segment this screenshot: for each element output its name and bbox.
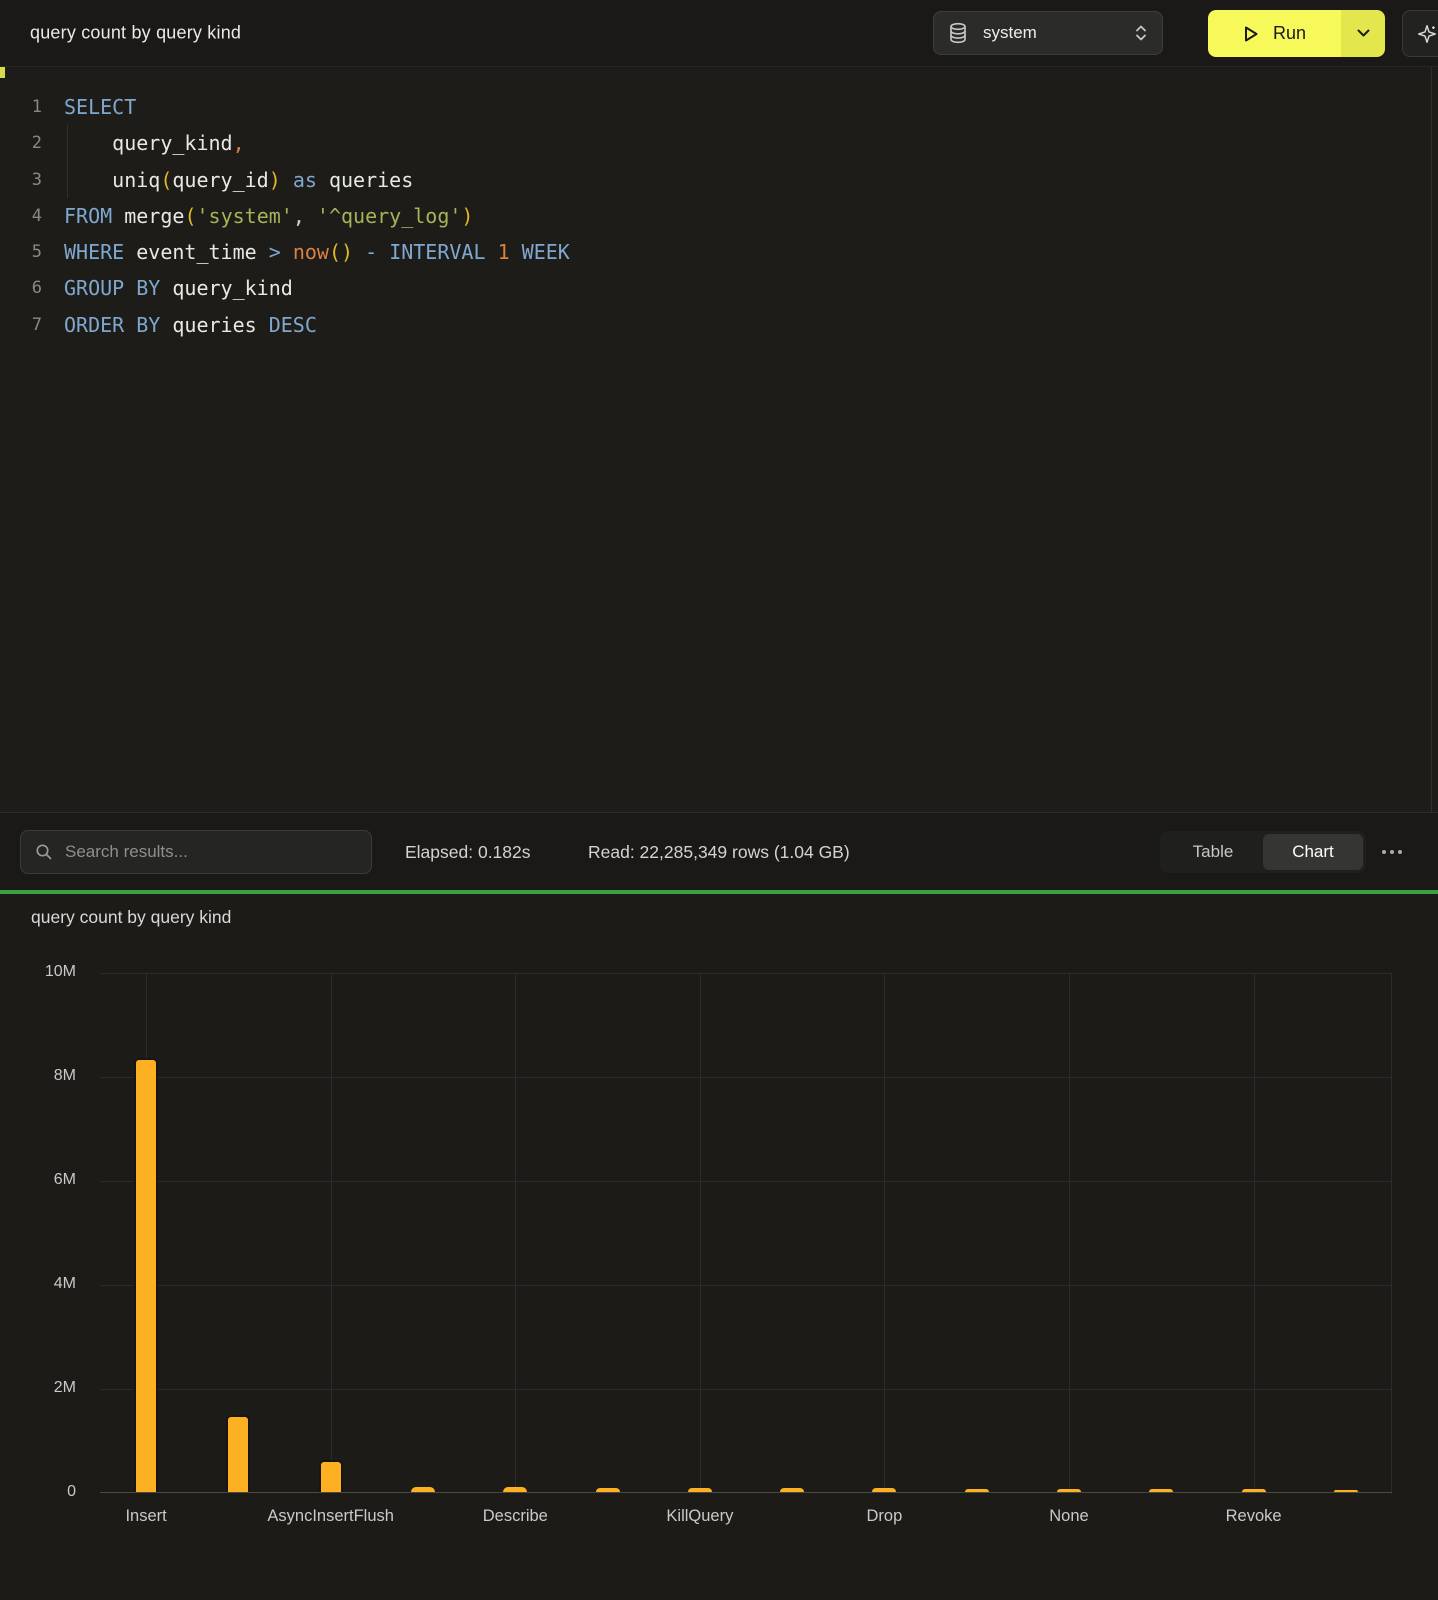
results-toolbar: Elapsed: 0.182s Read: 22,285,349 rows (1… xyxy=(0,812,1438,890)
line-number: 1 xyxy=(0,89,42,125)
page-title: query count by query kind xyxy=(30,23,241,44)
more-options-button[interactable] xyxy=(1382,813,1402,891)
bar-Revoke[interactable] xyxy=(1242,1489,1266,1492)
y-tick-label: 6M xyxy=(0,1171,76,1189)
plot-area xyxy=(100,973,1392,1493)
gridline-horizontal xyxy=(100,973,1392,974)
gridline-vertical xyxy=(515,973,516,1493)
gridline-horizontal xyxy=(100,1181,1392,1182)
code-line: 5WHERE event_time > now() - INTERVAL 1 W… xyxy=(0,234,1438,270)
bar-unlabeled-6[interactable] xyxy=(596,1488,620,1492)
bar-None[interactable] xyxy=(1057,1489,1081,1492)
code-line: 7ORDER BY queries DESC xyxy=(0,307,1438,343)
code-line: 2 query_kind, xyxy=(0,125,1438,161)
code-lines: 1SELECT2 query_kind,3 uniq(query_id) as … xyxy=(0,89,1438,343)
chevron-updown-icon xyxy=(1134,23,1148,43)
bar-unlabeled-2[interactable] xyxy=(226,1415,250,1492)
chart-title: query count by query kind xyxy=(31,907,231,928)
x-tick-label: Revoke xyxy=(1164,1507,1344,1526)
database-selector-value: system xyxy=(983,23,1037,43)
x-tick-label: Insert xyxy=(56,1507,236,1526)
gridline-vertical xyxy=(884,973,885,1493)
bar-AsyncInsertFlush[interactable] xyxy=(319,1460,343,1492)
view-toggle: Table Chart xyxy=(1160,831,1366,873)
x-tick-label: Describe xyxy=(425,1507,605,1526)
table-view-button[interactable]: Table xyxy=(1163,834,1263,870)
search-input[interactable] xyxy=(20,830,372,874)
line-number: 3 xyxy=(0,162,42,198)
line-number: 7 xyxy=(0,307,42,343)
x-tick-label: Drop xyxy=(794,1507,974,1526)
sparkle-icon xyxy=(1416,23,1438,45)
x-axis: InsertAsyncInsertFlushDescribeKillQueryD… xyxy=(100,1507,1392,1537)
sql-console: query count by query kind system xyxy=(0,0,1438,1600)
code-line: 6GROUP BY query_kind xyxy=(0,270,1438,306)
run-button-group: Run xyxy=(1208,10,1385,57)
x-tick-label: AsyncInsertFlush xyxy=(241,1507,421,1526)
bar-unlabeled-8[interactable] xyxy=(780,1488,804,1492)
y-tick-label: 4M xyxy=(0,1275,76,1293)
y-tick-label: 8M xyxy=(0,1067,76,1085)
bar-unlabeled-4[interactable] xyxy=(411,1487,435,1492)
editor-scrollbar-track[interactable] xyxy=(1431,67,1432,812)
x-tick-label: KillQuery xyxy=(610,1507,790,1526)
elapsed-stat: Elapsed: 0.182s xyxy=(405,813,531,891)
sql-editor[interactable]: 1SELECT2 query_kind,3 uniq(query_id) as … xyxy=(0,66,1438,812)
gutter-accent-mark xyxy=(0,67,5,78)
bar-unlabeled-10[interactable] xyxy=(965,1489,989,1492)
gridline-horizontal xyxy=(100,1077,1392,1078)
y-axis: 10M8M6M4M2M0 xyxy=(0,973,80,1493)
database-selector[interactable]: system xyxy=(933,11,1163,55)
gridline-horizontal xyxy=(100,1389,1392,1390)
gridline-vertical xyxy=(1391,973,1392,1493)
x-tick-label: None xyxy=(979,1507,1159,1526)
search-icon xyxy=(35,843,53,861)
run-button-label: Run xyxy=(1273,23,1306,44)
run-dropdown-button[interactable] xyxy=(1341,10,1385,57)
ai-assist-button[interactable] xyxy=(1402,10,1438,57)
code-line: 1SELECT xyxy=(0,89,1438,125)
line-number: 5 xyxy=(0,234,42,270)
run-button[interactable]: Run xyxy=(1208,10,1341,57)
gridline-vertical xyxy=(1069,973,1070,1493)
line-number: 2 xyxy=(0,125,42,161)
chart-panel: query count by query kind 10M 8M 6M 4M 2M 0 I… xyxy=(0,894,1438,1600)
chevron-down-icon xyxy=(1357,29,1370,38)
gridline-vertical xyxy=(331,973,332,1493)
line-number: 6 xyxy=(0,270,42,306)
bar-Insert[interactable] xyxy=(134,1058,158,1492)
line-number: 4 xyxy=(0,198,42,234)
gridline-vertical xyxy=(700,973,701,1493)
y-tick-label: 0 xyxy=(0,1483,76,1501)
y-tick-label: 10M xyxy=(0,963,76,981)
bar-Drop[interactable] xyxy=(872,1488,896,1492)
bar-KillQuery[interactable] xyxy=(688,1488,712,1492)
top-bar: query count by query kind system xyxy=(0,0,1438,66)
code-line: 4FROM merge('system', '^query_log') xyxy=(0,198,1438,234)
bar-Describe[interactable] xyxy=(503,1487,527,1492)
play-icon xyxy=(1243,25,1259,43)
read-stat: Read: 22,285,349 rows (1.04 GB) xyxy=(588,813,850,891)
y-tick-label: 2M xyxy=(0,1379,76,1397)
bar-unlabeled-12[interactable] xyxy=(1149,1489,1173,1492)
x-axis-line xyxy=(100,1492,1392,1493)
gridline-horizontal xyxy=(100,1285,1392,1286)
indent-guide xyxy=(67,125,68,198)
code-line: 3 uniq(query_id) as queries xyxy=(0,162,1438,198)
database-icon xyxy=(948,22,968,44)
bar-unlabeled-14[interactable] xyxy=(1334,1490,1358,1492)
search-field xyxy=(20,830,372,874)
chart-view-button[interactable]: Chart xyxy=(1263,834,1363,870)
gridline-vertical xyxy=(1254,973,1255,1493)
